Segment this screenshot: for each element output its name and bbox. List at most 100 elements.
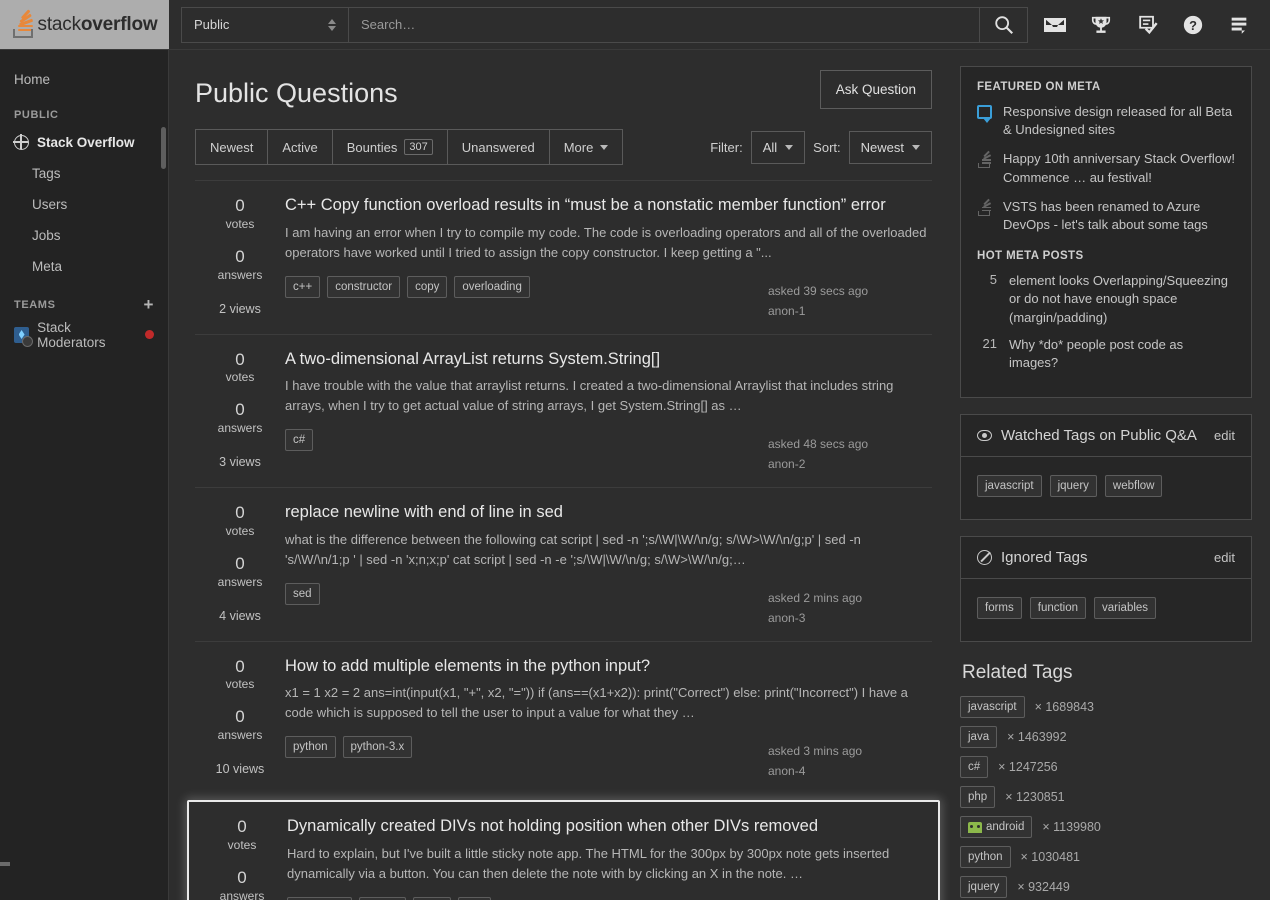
hot-meta-item[interactable]: 5 element looks Overlapping/Squeezing or… (977, 272, 1235, 327)
related-tags-list: javascript × 1689843 java × 1463992 c# ×… (960, 696, 1252, 898)
hot-meta-text[interactable]: Why *do* people post code as images? (1009, 336, 1235, 372)
question-stats: 0 votes 0 answers 10 views (195, 656, 285, 783)
tag[interactable]: python (285, 736, 336, 758)
tag[interactable]: python-3.x (343, 736, 413, 758)
question-row[interactable]: 0 votes 0 answers 10 views How to add mu… (195, 641, 932, 795)
sidebar-item-label: Stack Moderators (37, 320, 137, 350)
question-title[interactable]: A two-dimensional ArrayList returns Syst… (285, 349, 928, 370)
edit-ignored-tags-link[interactable]: edit (1214, 550, 1235, 565)
featured-meta-item[interactable]: Happy 10th anniversary Stack Overflow! C… (977, 150, 1235, 186)
stacks-menu-button[interactable] (1220, 6, 1258, 44)
stackoverflow-logo[interactable]: stackoverflow (0, 0, 169, 49)
tab-bounties[interactable]: Bounties 307 (333, 130, 448, 164)
tag[interactable]: constructor (327, 276, 400, 298)
review-icon (1136, 14, 1159, 36)
question-row-highlighted[interactable]: 0 votes 0 answers 7 views Dynamically cr… (187, 800, 940, 900)
tag[interactable]: sed (285, 583, 320, 605)
tag[interactable]: copy (407, 276, 447, 298)
ignored-tags-card: Ignored Tags edit forms function variabl… (960, 536, 1252, 642)
tag[interactable]: javascript (960, 696, 1025, 718)
search-scope-selector[interactable]: Public (182, 8, 349, 42)
search-area: Public (169, 0, 1036, 49)
filter-select[interactable]: All (751, 131, 805, 164)
search-input[interactable] (349, 8, 979, 42)
add-team-icon[interactable]: + (143, 296, 154, 313)
question-title[interactable]: How to add multiple elements in the pyth… (285, 656, 928, 677)
inbox-button[interactable] (1036, 6, 1074, 44)
featured-meta-item[interactable]: VSTS has been renamed to Azure DevOps - … (977, 198, 1235, 234)
tag[interactable]: c# (285, 429, 313, 451)
tag[interactable]: python (960, 846, 1011, 868)
question-stats: 0 votes 0 answers 2 views (195, 195, 285, 322)
answer-label: answers (218, 421, 263, 435)
logo-text-bold: overflow (81, 14, 158, 35)
edit-watched-tags-link[interactable]: edit (1214, 428, 1235, 443)
question-row[interactable]: 0 votes 0 answers 2 views C++ Copy funct… (195, 180, 932, 334)
question-row[interactable]: 0 votes 0 answers 3 views A two-dimensio… (195, 334, 932, 488)
tab-active[interactable]: Active (268, 130, 332, 164)
tag[interactable]: c# (960, 756, 988, 778)
help-button[interactable]: ? (1174, 6, 1212, 44)
tag[interactable]: forms (977, 597, 1022, 619)
tag[interactable]: jquery (1050, 475, 1097, 497)
sidebar-item-label: Home (14, 72, 50, 87)
sidebar-scrollbar-thumb[interactable] (161, 127, 166, 169)
question-body: C++ Copy function overload results in “m… (285, 195, 932, 322)
question-title[interactable]: C++ Copy function overload results in “m… (285, 195, 928, 216)
question-title[interactable]: Dynamically created DIVs not holding pos… (287, 816, 926, 837)
question-row[interactable]: 0 votes 0 answers 4 views replace newlin… (195, 487, 932, 641)
question-title[interactable]: replace newline with end of line in sed (285, 502, 928, 523)
sidebar-item-jobs[interactable]: Jobs (0, 220, 168, 251)
question-meta: asked 39 secs ago anon-1 (768, 276, 928, 322)
main-header: Public Questions Ask Question (195, 50, 932, 109)
featured-meta-text[interactable]: Responsive design released for all Beta … (1003, 103, 1235, 139)
sidebar-item-label: Stack Overflow (37, 135, 135, 150)
featured-meta-text[interactable]: Happy 10th anniversary Stack Overflow! C… (1003, 150, 1235, 186)
sidebar-item-home[interactable]: Home (0, 64, 168, 95)
achievements-button[interactable] (1082, 6, 1120, 44)
tag[interactable]: overloading (454, 276, 529, 298)
question-body: Dynamically created DIVs not holding pos… (287, 816, 930, 900)
tag[interactable]: jquery (960, 876, 1007, 898)
page-body: Home PUBLIC Stack Overflow Tags Users Jo… (0, 50, 1270, 900)
sort-select[interactable]: Newest (849, 131, 932, 164)
tab-newest[interactable]: Newest (196, 130, 268, 164)
ask-question-button[interactable]: Ask Question (820, 70, 932, 109)
question-tags: sed (285, 583, 320, 605)
sidebar-item-stack-overflow[interactable]: Stack Overflow (0, 127, 168, 158)
hot-meta-score: 5 (977, 272, 997, 327)
author-name[interactable]: anon-3 (768, 609, 928, 629)
tag[interactable]: javascript (977, 475, 1042, 497)
review-queues-button[interactable] (1128, 6, 1166, 44)
search-button[interactable] (979, 8, 1027, 42)
vote-count: 0 (235, 351, 244, 369)
tag[interactable]: webflow (1105, 475, 1163, 497)
author-name[interactable]: anon-2 (768, 455, 928, 475)
hot-meta-text[interactable]: element looks Overlapping/Squeezing or d… (1009, 272, 1235, 327)
tag-count: × 1463992 (1007, 730, 1066, 744)
sidebar-item-users[interactable]: Users (0, 189, 168, 220)
tag[interactable]: java (960, 726, 997, 748)
author-name[interactable]: anon-4 (768, 762, 928, 782)
watched-tags-list: javascript jquery webflow (961, 457, 1251, 519)
featured-meta-text[interactable]: VSTS has been renamed to Azure DevOps - … (1003, 198, 1235, 234)
related-tag-row: python × 1030481 (960, 846, 1252, 868)
question-footer: sed asked 2 mins ago anon-3 (285, 583, 928, 629)
vote-count: 0 (235, 504, 244, 522)
tab-unanswered[interactable]: Unanswered (448, 130, 550, 164)
sidebar-item-tags[interactable]: Tags (0, 158, 168, 189)
related-tag-row: php × 1230851 (960, 786, 1252, 808)
sidebar-item-stack-moderators[interactable]: Stack Moderators (0, 319, 168, 350)
question-footer: c# asked 48 secs ago anon-2 (285, 429, 928, 475)
hot-meta-item[interactable]: 21 Why *do* people post code as images? (977, 336, 1235, 372)
tag[interactable]: variables (1094, 597, 1156, 619)
sidebar-item-meta[interactable]: Meta (0, 251, 168, 282)
featured-meta-item[interactable]: Responsive design released for all Beta … (977, 103, 1235, 139)
tag[interactable]: php (960, 786, 995, 808)
tag[interactable]: android (960, 816, 1032, 838)
tag[interactable]: function (1030, 597, 1086, 619)
author-name[interactable]: anon-1 (768, 302, 928, 322)
tab-more[interactable]: More (550, 130, 623, 164)
tag-count: × 1689843 (1035, 700, 1094, 714)
tag[interactable]: c++ (285, 276, 320, 298)
